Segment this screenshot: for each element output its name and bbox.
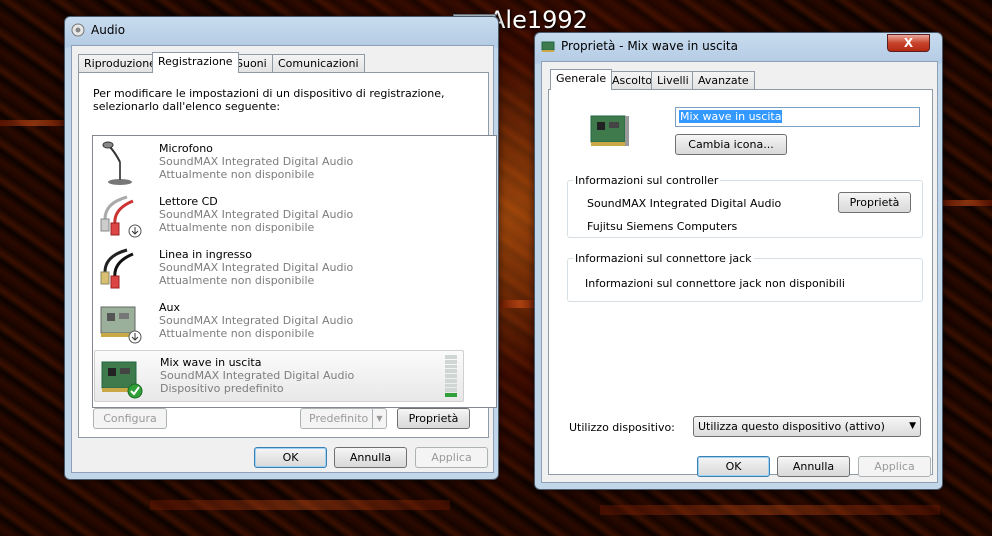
properties-title: Proprietà - Mix wave in uscita [561, 39, 738, 53]
sound-card-icon [100, 306, 142, 344]
tab-comunicazioni[interactable]: Comunicazioni [272, 54, 365, 73]
device-driver: SoundMAX Integrated Digital Audio [159, 208, 354, 221]
audio-title: Audio [91, 23, 126, 37]
audio-window: Audio Riproduzione Registrazione Suoni C… [64, 16, 499, 480]
background-streak [600, 505, 940, 515]
device-driver: SoundMAX Integrated Digital Audio [159, 155, 354, 168]
device-name: Aux [159, 301, 181, 314]
sound-card-icon [590, 115, 629, 146]
properties-window: Proprietà - Mix wave in uscita X General… [534, 32, 943, 490]
device-status: Attualmente non disponibile [159, 274, 315, 287]
list-item-mix-wave-in-uscita[interactable]: Mix wave in uscita SoundMAX Integrated D… [94, 350, 464, 402]
jack-group-label: Informazioni sul connettore jack [573, 252, 754, 265]
cancel-button[interactable]: Annulla [777, 456, 850, 477]
apply-button[interactable]: Applica [858, 456, 931, 477]
level-meter [445, 355, 457, 398]
device-status: Attualmente non disponibile [159, 168, 315, 181]
audio-titlebar[interactable]: Audio [65, 17, 498, 43]
rca-cable-icon [100, 195, 142, 238]
device-driver: SoundMAX Integrated Digital Audio [160, 369, 355, 382]
device-name: Mix wave in uscita [160, 356, 262, 369]
properties-titlebar[interactable]: Proprietà - Mix wave in uscita [535, 33, 942, 59]
sound-card-icon [541, 41, 555, 52]
tab-livelli[interactable]: Livelli [651, 71, 695, 90]
close-button[interactable]: X [887, 34, 930, 52]
general-panel: Mix wave in uscita Cambia icona... Infor… [548, 89, 933, 475]
properties-body: Generale Ascolto Livelli Avanzate Mix wa… [541, 61, 938, 483]
background-streak [940, 200, 992, 206]
background-streak [0, 120, 70, 126]
usage-select[interactable]: Utilizza questo dispositivo (attivo) ▼ [693, 416, 921, 437]
sound-card-icon [101, 361, 143, 399]
default-button[interactable]: Predefinito ▼ [300, 408, 387, 429]
usage-select-value: Utilizza questo dispositivo (attivo) [698, 420, 885, 433]
instruction-text: Per modificare le impostazioni di un dis… [93, 87, 445, 100]
device-driver: SoundMAX Integrated Digital Audio [159, 314, 354, 327]
microphone-icon [102, 141, 132, 185]
ok-button[interactable]: OK [697, 456, 770, 477]
configure-button[interactable]: Configura [93, 408, 167, 429]
ok-button[interactable]: OK [254, 447, 327, 468]
list-item-aux[interactable]: Aux SoundMAX Integrated Digital Audio At… [94, 296, 464, 348]
controller-name: SoundMAX Integrated Digital Audio [587, 197, 782, 210]
tab-riproduzione[interactable]: Riproduzione [78, 54, 162, 73]
jack-info-text: Informazioni sul connettore jack non dis… [585, 277, 845, 290]
default-button-label: Predefinito [309, 412, 369, 425]
recording-device-list[interactable]: Microfono SoundMAX Integrated Digital Au… [92, 135, 497, 408]
change-icon-button[interactable]: Cambia icona... [675, 134, 787, 155]
list-item-linea-in-ingresso[interactable]: Linea in ingresso SoundMAX Integrated Di… [94, 243, 464, 295]
tab-avanzate[interactable]: Avanzate [692, 71, 755, 90]
device-name: Linea in ingresso [159, 248, 252, 261]
dropdown-arrow-icon[interactable]: ▼ [372, 409, 386, 428]
apply-button[interactable]: Applica [415, 447, 488, 468]
tab-registrazione[interactable]: Registrazione [152, 52, 239, 73]
close-icon: X [903, 36, 914, 50]
device-name-input[interactable]: Mix wave in uscita [675, 107, 920, 127]
list-item-microfono[interactable]: Microfono SoundMAX Integrated Digital Au… [94, 137, 464, 189]
tab-generale[interactable]: Generale [550, 69, 613, 90]
cancel-button[interactable]: Annulla [334, 447, 407, 468]
rca-cable-icon [100, 248, 134, 289]
controller-properties-button[interactable]: Proprietà [838, 192, 911, 213]
usage-label: Utilizzo dispositivo: [569, 421, 675, 434]
background-streak [150, 500, 450, 510]
device-name: Lettore CD [159, 195, 218, 208]
instruction-text: selezionarlo dall'elenco seguente: [93, 100, 281, 113]
properties-button[interactable]: Proprietà [397, 408, 470, 429]
watermark-text: Ale1992 [489, 6, 588, 34]
controller-group-label: Informazioni sul controller [573, 174, 721, 187]
list-item-lettore-cd[interactable]: Lettore CD SoundMAX Integrated Digital A… [94, 190, 464, 242]
device-status: Dispositivo predefinito [160, 382, 284, 395]
speaker-icon [71, 23, 85, 37]
controller-vendor: Fujitsu Siemens Computers [587, 220, 738, 233]
device-status: Attualmente non disponibile [159, 221, 315, 234]
device-driver: SoundMAX Integrated Digital Audio [159, 261, 354, 274]
device-name: Microfono [159, 142, 213, 155]
device-status: Attualmente non disponibile [159, 327, 315, 340]
chevron-down-icon: ▼ [909, 421, 916, 431]
